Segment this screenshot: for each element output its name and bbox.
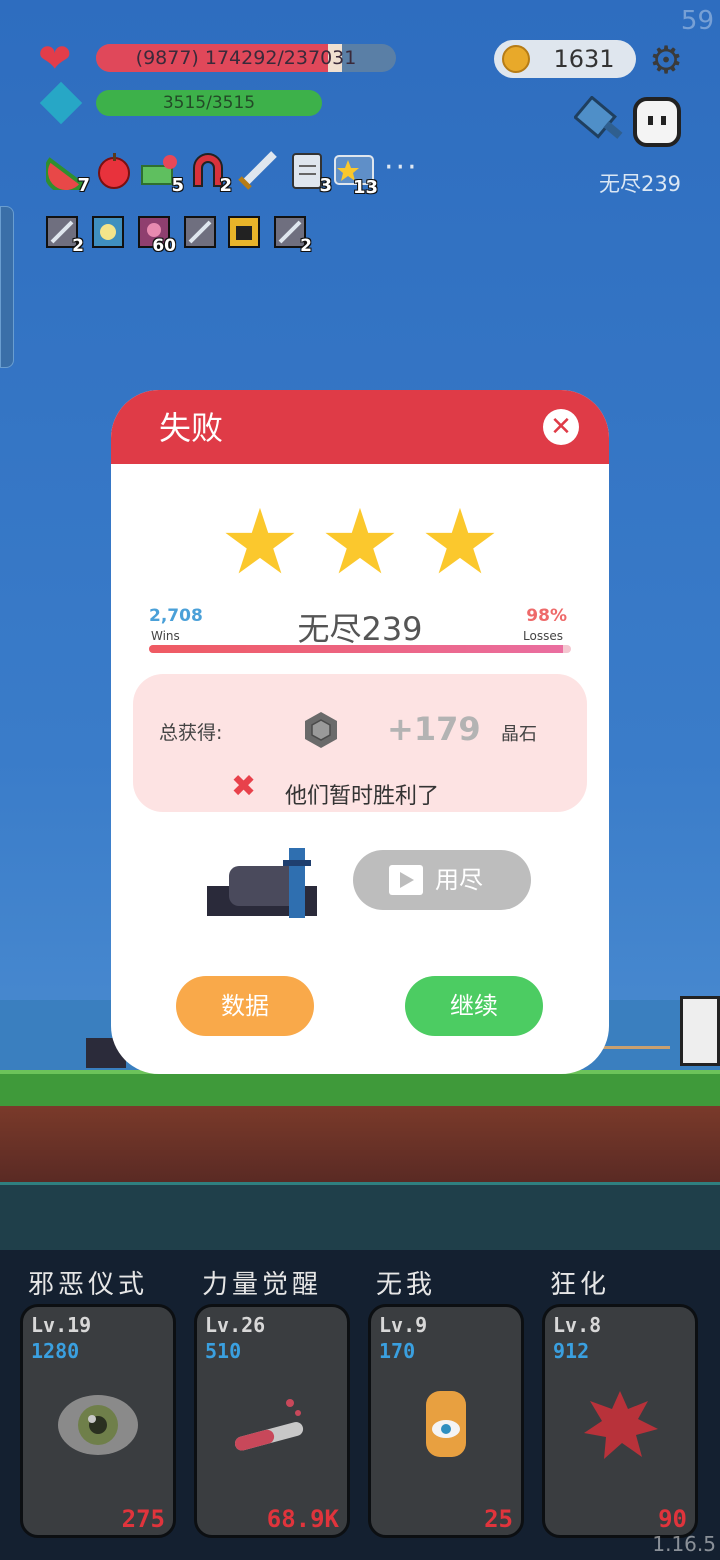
ghost-icon[interactable]: [632, 96, 682, 150]
version-label: 1.16.5: [652, 1532, 716, 1556]
close-icon[interactable]: ✕: [543, 409, 579, 445]
skill-name: 邪恶仪式: [28, 1270, 149, 1300]
more-items-button[interactable]: ···: [384, 150, 419, 185]
relic-count: 60: [152, 236, 176, 256]
apple-icon[interactable]: [94, 150, 134, 190]
skill-value: 510: [205, 1339, 242, 1363]
dirt-ground: [0, 1106, 720, 1182]
relic-slash-icon[interactable]: 2: [46, 216, 84, 256]
item-count: 5: [171, 175, 184, 196]
watermelon-icon[interactable]: 7: [44, 150, 90, 196]
skill-level: Lv.9: [379, 1313, 428, 1337]
reward-box: 总获得: +179 晶石 ✖ 他们暂时胜利了: [133, 674, 587, 812]
star-ticket-icon[interactable]: 13: [334, 152, 378, 198]
win-loss-progress-bar: [149, 645, 571, 653]
skill-name: 力量觉醒: [202, 1270, 323, 1300]
relic-face-icon[interactable]: [228, 216, 260, 248]
eye-icon: [58, 1395, 138, 1455]
skill-value: 912: [553, 1339, 590, 1363]
skill-card-power-awakening[interactable]: Lv.26 510 68.9K: [194, 1304, 350, 1538]
reward-unit: 晶石: [501, 724, 537, 745]
sword-icon[interactable]: [236, 148, 277, 190]
gear-icon[interactable]: ⚙: [646, 40, 686, 80]
skill-value: 170: [379, 1339, 416, 1363]
cleaver-icon: [574, 96, 623, 139]
losses-value: 98%: [526, 606, 567, 626]
star-icon: ★: [419, 490, 501, 595]
money-heart-icon[interactable]: 5: [140, 150, 184, 196]
coin-counter: 1631: [494, 40, 636, 78]
star-icon: ★: [319, 490, 401, 595]
reward-label: 总获得:: [159, 722, 223, 744]
progress-fill: [149, 645, 563, 653]
clipboard-icon[interactable]: 3: [288, 150, 332, 196]
skill-cost: 25: [484, 1505, 513, 1533]
relic-count: 2: [300, 236, 312, 256]
fail-message: 他们暂时胜利了: [285, 784, 440, 809]
hero-sprite: [680, 996, 720, 1066]
losses-label: Losses: [523, 629, 563, 643]
side-drawer-tab[interactable]: [0, 206, 14, 368]
fps-counter: 59: [680, 6, 714, 36]
coin-icon: [502, 45, 530, 73]
relic-sun-icon[interactable]: [92, 216, 124, 248]
potion-tube-icon: [234, 1399, 304, 1451]
skill-level: Lv.26: [205, 1313, 266, 1337]
video-icon: [389, 865, 423, 895]
relic-count: 2: [72, 236, 84, 256]
relic-slash-icon[interactable]: 2: [274, 216, 312, 256]
blood-splat-icon: [584, 1391, 658, 1459]
data-button[interactable]: 数据: [176, 976, 314, 1036]
reward-amount: +179: [387, 710, 481, 748]
heart-icon: ❤: [38, 36, 72, 82]
item-count: 3: [319, 175, 332, 196]
hp-text: (9877) 174292/237031: [135, 47, 357, 69]
skill-cost: 68.9K: [266, 1505, 339, 1533]
dialog-title: 失败: [159, 409, 224, 447]
mana-text: 3515/3515: [162, 93, 256, 113]
skill-card-selfless[interactable]: Lv.9 170 25: [368, 1304, 524, 1538]
dialog-header: 失败 ✕: [111, 390, 609, 464]
skill-value: 1280: [31, 1339, 80, 1363]
cross-icon: ✖: [231, 769, 257, 804]
skill-card-evil-ritual[interactable]: Lv.19 1280 275: [20, 1304, 176, 1538]
skill-cost: 90: [658, 1505, 687, 1533]
star-icon: ★: [219, 490, 301, 595]
skill-card-berserk[interactable]: Lv.8 912 90: [542, 1304, 698, 1538]
item-count: 7: [77, 175, 90, 196]
item-count: 2: [219, 175, 232, 196]
skill-cost: 275: [121, 1505, 165, 1533]
continue-button[interactable]: 继续: [405, 976, 543, 1036]
skill-level: Lv.19: [31, 1313, 92, 1337]
gem-icon: [305, 712, 337, 748]
grass-ground: [0, 1070, 720, 1110]
hp-bar: (9877) 174292/237031: [96, 44, 396, 72]
skill-name: 无我: [376, 1270, 437, 1300]
coin-amount: 1631: [553, 45, 615, 73]
endless-stage-label: 无尽239: [598, 172, 682, 196]
skill-name: 狂化: [550, 1270, 611, 1300]
relic-slash-icon[interactable]: [184, 216, 216, 248]
item-count: 13: [352, 177, 378, 198]
skill-level: Lv.8: [553, 1313, 602, 1337]
watch-ad-label: 用尽: [435, 866, 483, 894]
mana-bar: 3515/3515: [96, 90, 322, 116]
hamsa-hand-icon: [426, 1391, 466, 1457]
magnet-icon[interactable]: 2: [188, 150, 232, 196]
relic-flower-icon[interactable]: 60: [138, 216, 176, 256]
fallen-helmet-icon: [207, 848, 317, 918]
defeat-dialog: 失败 ✕ ★ ★ ★ 2,708 Wins 无尽239 98% Losses 总…: [111, 390, 609, 1074]
watch-ad-button[interactable]: 用尽: [353, 850, 531, 910]
